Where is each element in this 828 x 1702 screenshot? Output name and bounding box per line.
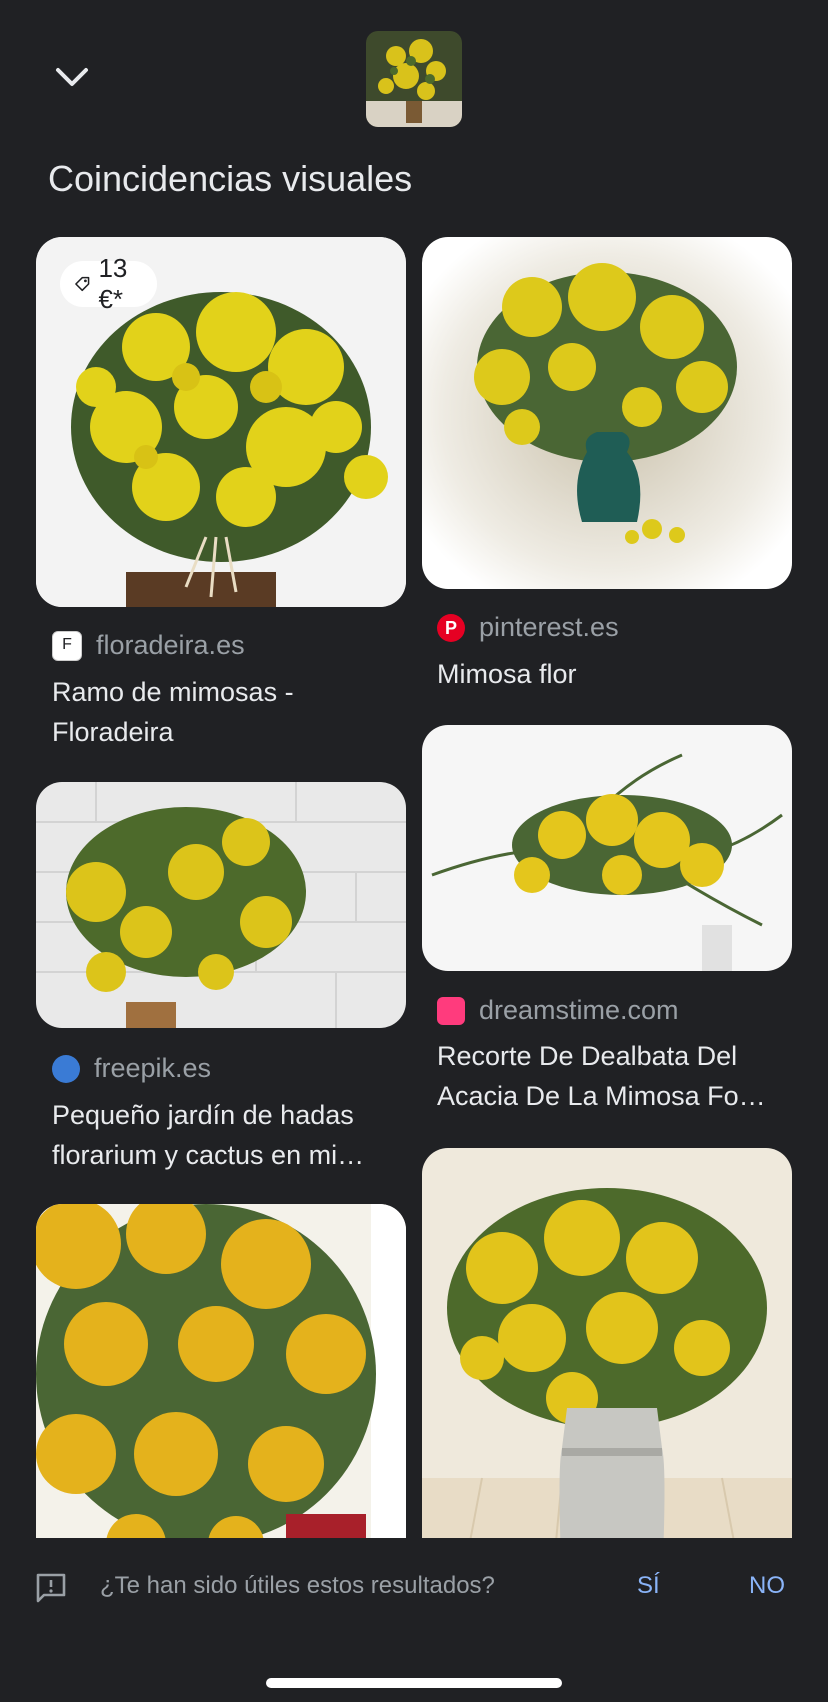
page-title: Coincidencias visuales [48, 158, 413, 199]
pinterest-icon: P [437, 613, 465, 642]
price-label: 13 €* [98, 253, 128, 314]
source-row: freepik.es [52, 1053, 211, 1084]
dreamstime-icon [437, 996, 465, 1025]
source-row: P pinterest.es [437, 612, 619, 643]
result-title[interactable]: Pequeño jardín de hadas florarium y cact… [52, 1095, 402, 1175]
result-image[interactable] [36, 1204, 406, 1584]
source-row: F floradeira.es [52, 630, 245, 661]
source-row: dreamstime.com [437, 995, 679, 1026]
result-image[interactable] [422, 1148, 792, 1584]
result-title[interactable]: Recorte De Dealbata Del Acacia De La Mim… [437, 1036, 787, 1116]
result-title[interactable]: Mimosa flor [437, 654, 787, 694]
floradeira-favicon-icon: F [52, 630, 82, 661]
source-label: freepik.es [94, 1053, 212, 1083]
result-image[interactable] [36, 782, 406, 1028]
result-image[interactable] [422, 237, 792, 589]
source-label: floradeira.es [96, 630, 245, 660]
chevron-down-icon[interactable] [52, 62, 92, 92]
feedback-yes-button[interactable]: SÍ [637, 1572, 660, 1600]
query-image-thumbnail[interactable] [366, 31, 462, 127]
result-title[interactable]: Ramo de mimosas - Floradeira [52, 672, 402, 752]
feedback-question: ¿Te han sido útiles estos resultados? [100, 1572, 495, 1599]
feedback-icon [36, 1573, 66, 1603]
price-tag-icon [75, 276, 90, 292]
feedback-bar: ¿Te han sido útiles estos resultados? SÍ… [0, 1538, 828, 1702]
home-indicator[interactable] [266, 1678, 562, 1688]
result-image[interactable] [422, 725, 792, 971]
source-label: dreamstime.com [479, 995, 679, 1025]
feedback-no-button[interactable]: NO [749, 1572, 785, 1600]
price-badge: 13 €* [60, 253, 157, 314]
freepik-icon [52, 1054, 80, 1083]
source-label: pinterest.es [479, 612, 619, 642]
